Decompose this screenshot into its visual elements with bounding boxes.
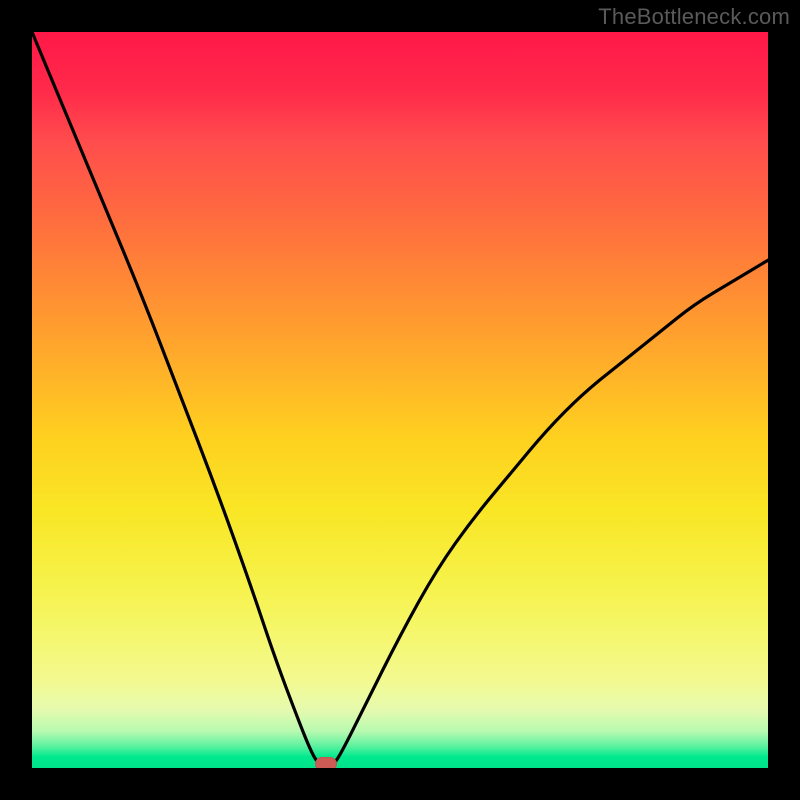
- optimal-point-marker: [315, 757, 337, 768]
- chart-frame: TheBottleneck.com: [0, 0, 800, 800]
- watermark-text: TheBottleneck.com: [598, 4, 790, 30]
- plot-area: [32, 32, 768, 768]
- bottleneck-curve: [32, 32, 768, 768]
